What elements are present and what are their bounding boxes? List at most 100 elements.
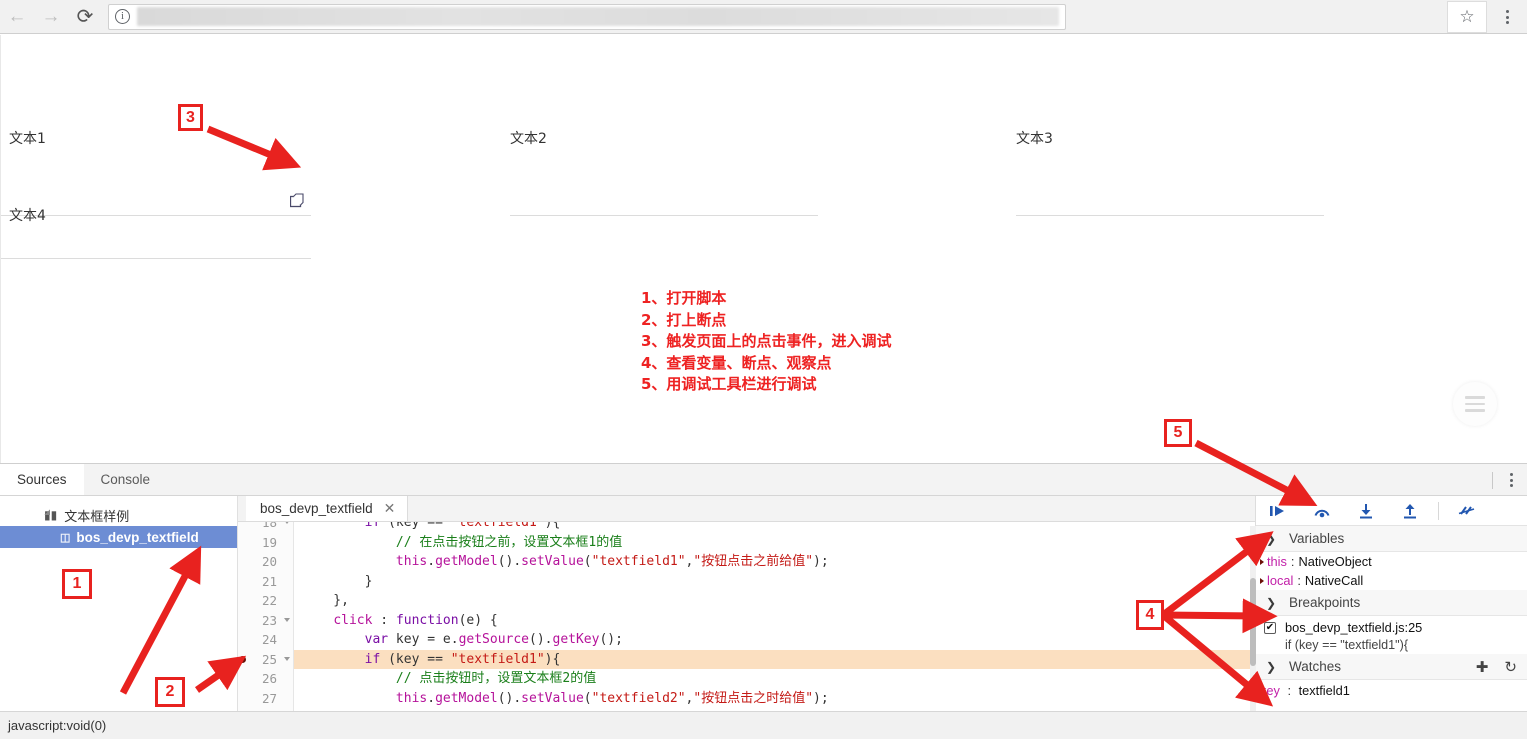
section-header-watches[interactable]: ❯ Watches ✚ ↻: [1256, 654, 1527, 680]
browser-menu-icon[interactable]: [1487, 0, 1527, 34]
breakpoint-item[interactable]: ✔ bos_devp_textfield.js:25: [1256, 616, 1527, 637]
star-icon[interactable]: ☆: [1447, 1, 1487, 33]
code-line[interactable]: if (key == "textfield1"){: [294, 522, 1255, 533]
field-1-label: 文本1: [9, 131, 46, 147]
field-2-label: 文本2: [510, 131, 547, 147]
line-number[interactable]: 24: [238, 630, 293, 650]
editor-tab-bos-devp-textfield[interactable]: bos_devp_textfield ✕: [246, 496, 409, 521]
step-into-icon[interactable]: [1344, 496, 1388, 526]
plus-icon[interactable]: ✚: [1476, 658, 1489, 676]
breakpoint-marker-icon[interactable]: [239, 655, 246, 663]
breakpoints-list: ✔ bos_devp_textfield.js:25 if (key == "t…: [1256, 616, 1527, 654]
devtools-tabbar: Sources Console: [0, 464, 1527, 496]
address-bar[interactable]: i: [108, 3, 1066, 30]
divider: [1438, 501, 1439, 520]
variable-name: local: [1267, 573, 1294, 588]
refresh-icon[interactable]: ↻: [1504, 658, 1517, 676]
annotation-badge-2: 2: [155, 677, 185, 707]
triangle-right-icon[interactable]: [1260, 577, 1264, 584]
code-fold-icon[interactable]: [284, 522, 290, 524]
line-number[interactable]: 19: [238, 533, 293, 553]
reload-icon[interactable]: ⟳: [68, 0, 102, 34]
line-number[interactable]: 18: [238, 522, 293, 533]
resume-icon[interactable]: [1256, 496, 1300, 526]
line-number[interactable]: 25: [238, 650, 293, 670]
line-number[interactable]: 26: [238, 669, 293, 689]
js-file-icon: ◫: [60, 531, 71, 544]
watch-value: textfield1: [1298, 683, 1350, 698]
editor-tab-label: bos_devp_textfield: [260, 501, 373, 516]
checkmark-icon[interactable]: ✔: [1264, 622, 1276, 634]
instruction-item-2: 2、打上断点: [641, 310, 727, 329]
tree-file-label: bos_devp_textfield: [76, 529, 199, 545]
colon-separator: :: [1290, 554, 1295, 569]
hamburger-menu-icon[interactable]: [1453, 382, 1497, 426]
sidebar-scrollbar[interactable]: [1250, 526, 1256, 726]
code-lines[interactable]: if (key == "textfield1"){ // 在点击按钮之前，设置文…: [294, 522, 1255, 711]
line-number[interactable]: 20: [238, 552, 293, 572]
code-line[interactable]: if (key == "textfield1"){: [294, 649, 1255, 669]
tree-file-row-bos-devp-textfield[interactable]: ◫ bos_devp_textfield: [0, 526, 237, 548]
chevron-down-icon[interactable]: ❯: [1266, 533, 1277, 545]
debug-toolbar: [1256, 496, 1527, 526]
section-header-breakpoints[interactable]: ❯ Breakpoints: [1256, 590, 1527, 616]
info-circle-icon[interactable]: i: [115, 9, 130, 24]
variable-row[interactable]: local : NativeCall: [1256, 571, 1527, 590]
line-number[interactable]: 27: [238, 689, 293, 709]
annotation-badge-5: 5: [1164, 419, 1192, 447]
forward-icon[interactable]: →: [34, 0, 68, 34]
code-line[interactable]: },: [294, 591, 1255, 611]
code-fold-icon[interactable]: [284, 656, 290, 661]
colon-separator: :: [1287, 683, 1292, 698]
url-text[interactable]: [137, 7, 1059, 26]
back-icon[interactable]: ←: [0, 0, 34, 34]
field-2-input[interactable]: [510, 215, 818, 216]
popup-window-icon[interactable]: [290, 193, 305, 208]
line-number[interactable]: 22: [238, 591, 293, 611]
form-field-2: 文本2: [510, 130, 547, 148]
devtools-more-icon[interactable]: [1510, 473, 1513, 487]
line-number-gutter[interactable]: 1819202122232425262728: [238, 522, 294, 711]
line-number[interactable]: 21: [238, 572, 293, 592]
code-line[interactable]: var key = e.getSource().getKey();: [294, 630, 1255, 650]
field-4-label: 文本4: [9, 208, 46, 224]
code-line[interactable]: // 在点击按钮之前，设置文本框1的值: [294, 533, 1255, 553]
chevron-down-icon[interactable]: ❯: [1266, 597, 1277, 609]
variable-value: NativeCall: [1304, 573, 1364, 588]
variable-row[interactable]: this : NativeObject: [1256, 552, 1527, 571]
code-line[interactable]: }: [294, 572, 1255, 592]
tree-folder-row[interactable]: ▮▮ 文本框样例: [0, 504, 237, 526]
watches-list: key : textfield1: [1256, 680, 1527, 698]
section-header-variables[interactable]: ❯ Variables: [1256, 526, 1527, 552]
triangle-right-icon[interactable]: [1260, 558, 1264, 565]
instruction-item-1: 1、打开脚本: [641, 289, 727, 307]
field-4-input[interactable]: [1, 258, 311, 259]
tab-console[interactable]: Console: [84, 464, 168, 495]
code-line[interactable]: // 点击按钮时，设置文本框2的值: [294, 669, 1255, 689]
watch-row[interactable]: key : textfield1: [1256, 680, 1527, 698]
tab-sources[interactable]: Sources: [0, 464, 84, 495]
code-area[interactable]: 1819202122232425262728 if (key == "textf…: [238, 522, 1255, 711]
line-number[interactable]: 23: [238, 611, 293, 631]
instruction-item-4: 4、查看变量、断点、观察点: [641, 353, 832, 372]
code-fold-icon[interactable]: [284, 617, 290, 622]
devtools-panel: Sources Console ▮▮ 文本框样例 ◫ bos_devp_text…: [0, 463, 1527, 726]
form-field-3: 文本3: [1016, 130, 1053, 148]
instruction-list: 1、打开脚本 2、打上断点 3、触发页面上的点击事件，进入调试 4、查看变量、断…: [641, 288, 891, 396]
deactivate-breakpoints-icon[interactable]: [1445, 496, 1489, 526]
debugger-sidebar: ❯ Variables this : NativeObject local : …: [1250, 496, 1527, 726]
close-icon[interactable]: ✕: [384, 500, 396, 517]
field-3-input[interactable]: [1016, 215, 1324, 216]
chevron-down-icon[interactable]: ❯: [1266, 661, 1277, 673]
code-line[interactable]: this.getModel().setValue("textfield2","按…: [294, 689, 1255, 709]
breakpoints-title: Breakpoints: [1289, 595, 1361, 610]
field-1-input[interactable]: [1, 215, 311, 216]
code-line[interactable]: this.getModel().setValue("textfield1","按…: [294, 552, 1255, 572]
code-line[interactable]: click : function(e) {: [294, 611, 1255, 631]
annotation-badge-1: 1: [62, 569, 92, 599]
variables-title: Variables: [1289, 531, 1345, 546]
variable-name: this: [1267, 554, 1287, 569]
step-out-icon[interactable]: [1388, 496, 1432, 526]
step-over-icon[interactable]: [1300, 496, 1344, 526]
browser-toolbar: ← → ⟳ i ☆: [0, 0, 1527, 34]
